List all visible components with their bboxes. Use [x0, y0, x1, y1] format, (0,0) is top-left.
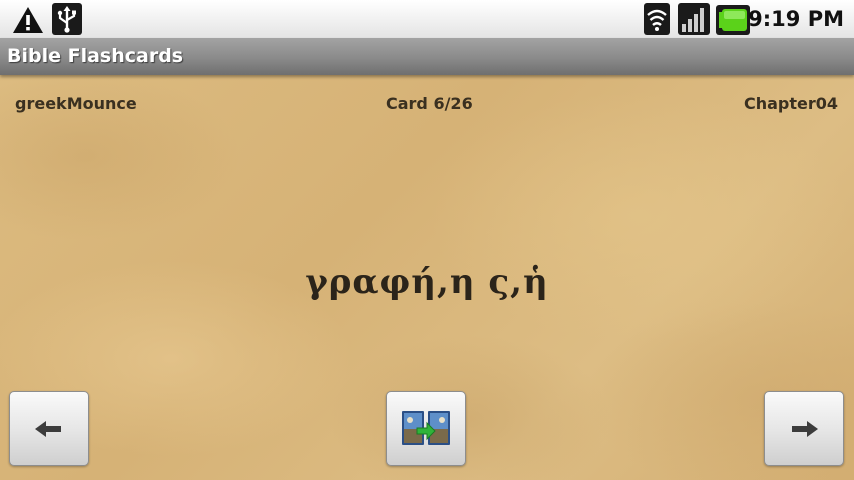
deck-name: greekMounce — [15, 94, 137, 113]
wifi-icon — [644, 3, 670, 35]
left-arrow-icon — [35, 420, 61, 437]
card-counter: Card 6/26 — [386, 94, 473, 113]
status-bar: 9:19 PM — [0, 0, 854, 38]
flip-card-button[interactable] — [386, 391, 466, 466]
next-card-button[interactable] — [764, 391, 844, 466]
signal-icon — [678, 3, 710, 35]
battery-icon — [716, 5, 750, 35]
flip-card-icon — [402, 410, 450, 445]
right-arrow-icon — [792, 420, 818, 437]
usb-icon — [52, 3, 82, 35]
screen: 9:19 PM Bible Flashcards greekMounce Car… — [0, 0, 854, 480]
warning-icon — [13, 7, 43, 33]
status-time: 9:19 PM — [748, 7, 844, 31]
card-term[interactable]: γραφή,η ς,ἡ — [0, 262, 854, 302]
previous-card-button[interactable] — [9, 391, 89, 466]
app-title: Bible Flashcards — [7, 45, 184, 67]
chapter-label: Chapter04 — [743, 94, 838, 113]
title-bar: Bible Flashcards — [0, 38, 854, 75]
flashcard-area: greekMounce Card 6/26 Chapter04 γραφή,η … — [0, 75, 854, 480]
